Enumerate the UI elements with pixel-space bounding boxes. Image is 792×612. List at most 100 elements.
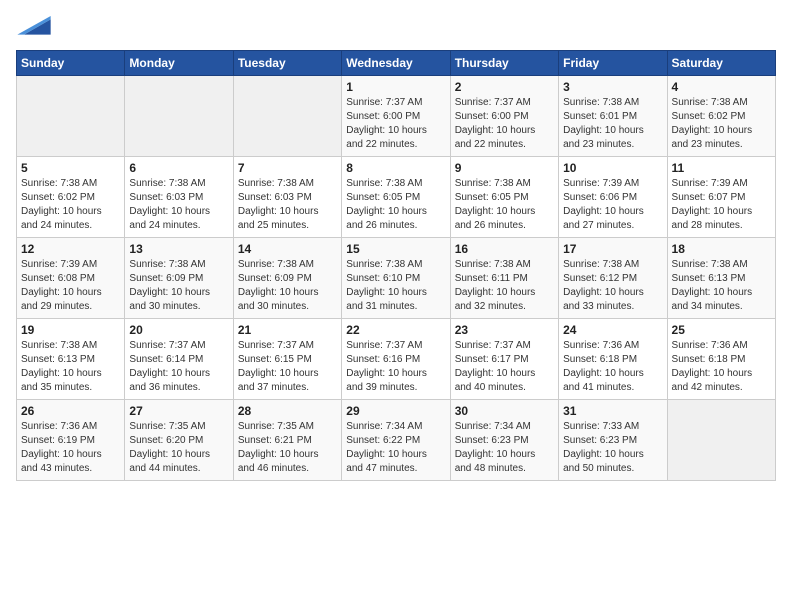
calendar-cell: 8 Sunrise: 7:38 AM Sunset: 6:05 PM Daylig… — [342, 157, 450, 238]
day-number: 10 — [563, 161, 662, 175]
calendar-cell: 17 Sunrise: 7:38 AM Sunset: 6:12 PM Dayli… — [559, 238, 667, 319]
day-number: 5 — [21, 161, 120, 175]
calendar-cell: 26 Sunrise: 7:36 AM Sunset: 6:19 PM Dayli… — [17, 400, 125, 481]
day-number: 18 — [672, 242, 771, 256]
day-info: Sunrise: 7:38 AM Sunset: 6:13 PM Dayligh… — [672, 258, 771, 314]
day-info: Sunrise: 7:36 AM Sunset: 6:18 PM Dayligh… — [563, 339, 662, 395]
day-number: 1 — [346, 80, 445, 94]
logo — [16, 16, 52, 38]
day-number: 15 — [346, 242, 445, 256]
day-info: Sunrise: 7:36 AM Sunset: 6:18 PM Dayligh… — [672, 339, 771, 395]
day-info: Sunrise: 7:34 AM Sunset: 6:23 PM Dayligh… — [455, 420, 554, 476]
calendar-cell: 11 Sunrise: 7:39 AM Sunset: 6:07 PM Dayli… — [667, 157, 775, 238]
calendar-cell: 16 Sunrise: 7:38 AM Sunset: 6:11 PM Dayli… — [450, 238, 558, 319]
calendar-cell: 4 Sunrise: 7:38 AM Sunset: 6:02 PM Daylig… — [667, 76, 775, 157]
day-info: Sunrise: 7:38 AM Sunset: 6:02 PM Dayligh… — [672, 96, 771, 152]
calendar-cell — [667, 400, 775, 481]
calendar-cell: 27Sunrise: 7:35 AM Sunset: 6:20 PM Dayli… — [125, 400, 233, 481]
weekday-header-wednesday: Wednesday — [342, 51, 450, 76]
weekday-header-tuesday: Tuesday — [233, 51, 341, 76]
calendar-cell: 13 Sunrise: 7:38 AM Sunset: 6:09 PM Dayli… — [125, 238, 233, 319]
day-number: 23 — [455, 323, 554, 337]
day-info: Sunrise: 7:38 AM Sunset: 6:11 PM Dayligh… — [455, 258, 554, 314]
day-number: 2 — [455, 80, 554, 94]
day-info: Sunrise: 7:37 AM Sunset: 6:16 PM Dayligh… — [346, 339, 445, 395]
calendar-cell: 25 Sunrise: 7:36 AM Sunset: 6:18 PM Dayli… — [667, 319, 775, 400]
day-info: Sunrise: 7:36 AM Sunset: 6:19 PM Dayligh… — [21, 420, 120, 476]
day-number: 26 — [21, 404, 120, 418]
day-info: Sunrise: 7:38 AM Sunset: 6:10 PM Dayligh… — [346, 258, 445, 314]
calendar-week-5: 26 Sunrise: 7:36 AM Sunset: 6:19 PM Dayli… — [17, 400, 776, 481]
day-info: Sunrise: 7:37 AM Sunset: 6:00 PM Dayligh… — [346, 96, 445, 152]
calendar-cell: 20Sunrise: 7:37 AM Sunset: 6:14 PM Dayli… — [125, 319, 233, 400]
day-info: Sunrise: 7:38 AM Sunset: 6:09 PM Dayligh… — [238, 258, 337, 314]
day-info: Sunrise: 7:38 AM Sunset: 6:02 PM Dayligh… — [21, 177, 120, 233]
day-info: Sunrise: 7:38 AM Sunset: 6:03 PM Dayligh… — [238, 177, 337, 233]
day-number: 20 — [129, 323, 228, 337]
weekday-header-friday: Friday — [559, 51, 667, 76]
day-number: 13 — [129, 242, 228, 256]
day-number: 21 — [238, 323, 337, 337]
calendar-week-3: 12 Sunrise: 7:39 AM Sunset: 6:08 PM Dayli… — [17, 238, 776, 319]
weekday-header-saturday: Saturday — [667, 51, 775, 76]
day-info: Sunrise: 7:39 AM Sunset: 6:07 PM Dayligh… — [672, 177, 771, 233]
day-number: 7 — [238, 161, 337, 175]
day-number: 27 — [129, 404, 228, 418]
calendar-cell: 22 Sunrise: 7:37 AM Sunset: 6:16 PM Dayli… — [342, 319, 450, 400]
calendar-cell: 2Sunrise: 7:37 AM Sunset: 6:00 PM Daylig… — [450, 76, 558, 157]
day-info: Sunrise: 7:38 AM Sunset: 6:09 PM Dayligh… — [129, 258, 228, 314]
day-number: 28 — [238, 404, 337, 418]
day-info: Sunrise: 7:38 AM Sunset: 6:03 PM Dayligh… — [129, 177, 228, 233]
calendar-cell: 23 Sunrise: 7:37 AM Sunset: 6:17 PM Dayli… — [450, 319, 558, 400]
day-number: 11 — [672, 161, 771, 175]
day-number: 3 — [563, 80, 662, 94]
day-number: 16 — [455, 242, 554, 256]
calendar-table: SundayMondayTuesdayWednesdayThursdayFrid… — [16, 50, 776, 481]
day-number: 6 — [129, 161, 228, 175]
day-info: Sunrise: 7:38 AM Sunset: 6:05 PM Dayligh… — [455, 177, 554, 233]
day-number: 29 — [346, 404, 445, 418]
day-number: 4 — [672, 80, 771, 94]
calendar-cell — [17, 76, 125, 157]
weekday-header-row: SundayMondayTuesdayWednesdayThursdayFrid… — [17, 51, 776, 76]
weekday-header-thursday: Thursday — [450, 51, 558, 76]
day-info: Sunrise: 7:39 AM Sunset: 6:06 PM Dayligh… — [563, 177, 662, 233]
calendar-week-2: 5 Sunrise: 7:38 AM Sunset: 6:02 PM Daylig… — [17, 157, 776, 238]
calendar-cell: 29Sunrise: 7:34 AM Sunset: 6:22 PM Dayli… — [342, 400, 450, 481]
calendar-cell: 31Sunrise: 7:33 AM Sunset: 6:23 PM Dayli… — [559, 400, 667, 481]
calendar-cell: 14 Sunrise: 7:38 AM Sunset: 6:09 PM Dayli… — [233, 238, 341, 319]
calendar-cell: 21 Sunrise: 7:37 AM Sunset: 6:15 PM Dayli… — [233, 319, 341, 400]
day-info: Sunrise: 7:39 AM Sunset: 6:08 PM Dayligh… — [21, 258, 120, 314]
page-header — [16, 16, 776, 38]
day-number: 19 — [21, 323, 120, 337]
weekday-header-sunday: Sunday — [17, 51, 125, 76]
day-number: 12 — [21, 242, 120, 256]
calendar-cell: 30 Sunrise: 7:34 AM Sunset: 6:23 PM Dayli… — [450, 400, 558, 481]
calendar-cell: 9Sunrise: 7:38 AM Sunset: 6:05 PM Daylig… — [450, 157, 558, 238]
day-number: 8 — [346, 161, 445, 175]
day-info: Sunrise: 7:38 AM Sunset: 6:01 PM Dayligh… — [563, 96, 662, 152]
calendar-week-1: 1 Sunrise: 7:37 AM Sunset: 6:00 PM Daylig… — [17, 76, 776, 157]
calendar-week-4: 19 Sunrise: 7:38 AM Sunset: 6:13 PM Dayli… — [17, 319, 776, 400]
calendar-cell: 10 Sunrise: 7:39 AM Sunset: 6:06 PM Dayli… — [559, 157, 667, 238]
day-info: Sunrise: 7:33 AM Sunset: 6:23 PM Dayligh… — [563, 420, 662, 476]
day-info: Sunrise: 7:37 AM Sunset: 6:17 PM Dayligh… — [455, 339, 554, 395]
calendar-cell: 28 Sunrise: 7:35 AM Sunset: 6:21 PM Dayli… — [233, 400, 341, 481]
day-info: Sunrise: 7:38 AM Sunset: 6:13 PM Dayligh… — [21, 339, 120, 395]
day-info: Sunrise: 7:38 AM Sunset: 6:05 PM Dayligh… — [346, 177, 445, 233]
calendar-cell: 24Sunrise: 7:36 AM Sunset: 6:18 PM Dayli… — [559, 319, 667, 400]
logo-icon — [16, 16, 52, 36]
day-number: 22 — [346, 323, 445, 337]
day-number: 14 — [238, 242, 337, 256]
calendar-cell: 5 Sunrise: 7:38 AM Sunset: 6:02 PM Daylig… — [17, 157, 125, 238]
day-info: Sunrise: 7:37 AM Sunset: 6:15 PM Dayligh… — [238, 339, 337, 395]
day-number: 17 — [563, 242, 662, 256]
day-number: 30 — [455, 404, 554, 418]
calendar-cell — [125, 76, 233, 157]
day-info: Sunrise: 7:38 AM Sunset: 6:12 PM Dayligh… — [563, 258, 662, 314]
calendar-cell: 6 Sunrise: 7:38 AM Sunset: 6:03 PM Daylig… — [125, 157, 233, 238]
calendar-cell: 7 Sunrise: 7:38 AM Sunset: 6:03 PM Daylig… — [233, 157, 341, 238]
day-info: Sunrise: 7:35 AM Sunset: 6:21 PM Dayligh… — [238, 420, 337, 476]
calendar-cell: 19 Sunrise: 7:38 AM Sunset: 6:13 PM Dayli… — [17, 319, 125, 400]
day-number: 25 — [672, 323, 771, 337]
